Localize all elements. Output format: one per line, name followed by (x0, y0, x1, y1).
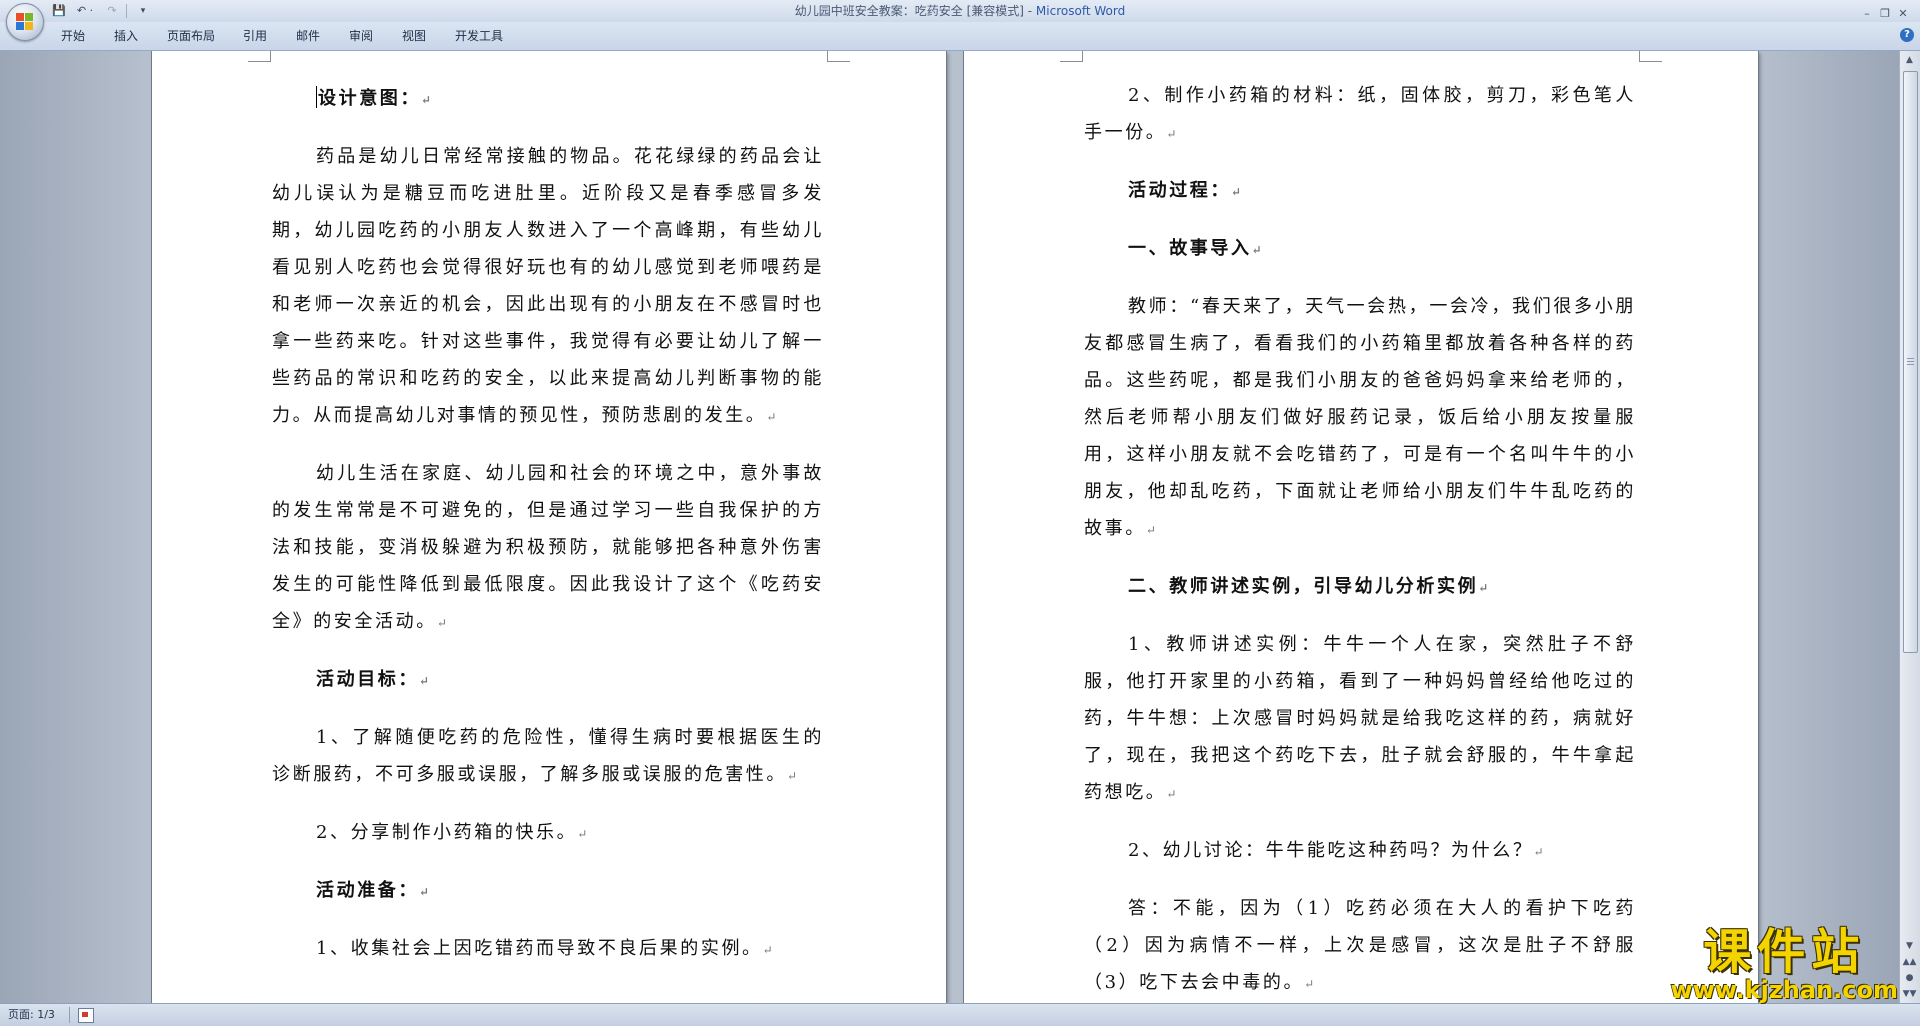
title-bar: 💾 ↶ · ↷ ▾ 幼儿园中班安全教案：吃药安全 [兼容模式] - Micros… (0, 0, 1920, 41)
paragraph-mark-icon: ↵ (1304, 977, 1315, 991)
paragraph-mark-icon: ↵ (787, 769, 798, 783)
body-paragraph[interactable]: 2、制作小药箱的材料：纸，固体胶，剪刀，彩色笔人手一份。↵ (1084, 77, 1636, 153)
paragraph-text: 药品是幼儿日常经常接触的物品。花花绿绿的药品会让幼儿误认为是糖豆而吃进肚里。近阶… (272, 146, 824, 426)
ribbon-tab-bar: 开始 插入 页面布局 引用 邮件 审阅 视图 开发工具 ? (0, 22, 1920, 51)
section-heading[interactable]: 一、故事导入↵ (1084, 230, 1636, 269)
minimize-icon[interactable]: – (1858, 6, 1876, 22)
tab-home[interactable]: 开始 (61, 28, 85, 44)
tab-mailings[interactable]: 邮件 (296, 28, 320, 44)
paragraph-text: 二、教师讲述实例，引导幼儿分析实例 (1128, 576, 1479, 597)
paragraph-text: 活动目标： (316, 669, 419, 690)
paragraph-text: 2、幼儿讨论：牛牛能吃这种药吗？为什么？ (1128, 840, 1534, 861)
paragraph-mark-icon: ↵ (419, 674, 430, 688)
document-title: 幼儿园中班安全教案：吃药安全 [兼容模式] - (794, 4, 1036, 18)
margin-corner-mark (1639, 51, 1662, 62)
margin-corner-mark (1060, 51, 1083, 62)
window-controls: – ❐ ✕ (1858, 2, 1912, 20)
paragraph-mark-icon: ↵ (762, 943, 773, 957)
office-logo-icon (16, 13, 34, 31)
body-paragraph[interactable]: 1、了解随便吃药的危险性，懂得生病时要根据医生的诊断服药，不可多服或误服，了解多… (272, 719, 824, 795)
paragraph-text: 教师：“春天来了，天气一会热，一会冷，我们很多小朋友都感冒生病了，看看我们的小药… (1084, 296, 1636, 539)
paragraph-text: 2、分享制作小药箱的快乐。 (316, 822, 578, 843)
paragraph-text: 1、教师讲述实例：牛牛一个人在家，突然肚子不舒服，他打开家里的小药箱，看到了一种… (1084, 634, 1636, 803)
paragraph-text: 活动准备： (316, 880, 419, 901)
document-page-2[interactable]: 2、制作小药箱的材料：纸，固体胶，剪刀，彩色笔人手一份。↵ 活动过程：↵ 一、故事导… (964, 51, 1758, 1003)
paragraph-text: 答：不能，因为（1）吃药必须在大人的看护下吃药（2）因为病情不一样，上次是感冒，… (1084, 898, 1636, 993)
paragraph-mark-icon: ↵ (1533, 845, 1544, 859)
help-icon[interactable]: ? (1900, 28, 1914, 42)
body-paragraph[interactable]: 答：不能，因为（1）吃药必须在大人的看护下吃药（2）因为病情不一样，上次是感冒，… (1084, 890, 1636, 1003)
paragraph-mark-icon: ↵ (1166, 787, 1177, 801)
watermark-logo: 课件站 www.kjzhan.com (1671, 926, 1898, 1002)
document-page-1[interactable]: 设计意图：↵ 药品是幼儿日常经常接触的物品。花花绿绿的药品会让幼儿误认为是糖豆而吃… (152, 51, 946, 1003)
office-button[interactable] (6, 3, 44, 41)
paragraph-mark-icon: ↵ (1145, 523, 1156, 537)
paragraph-mark-icon: ↵ (436, 616, 447, 630)
margin-corner-mark (248, 51, 271, 62)
close-icon[interactable]: ✕ (1894, 6, 1912, 22)
body-paragraph[interactable]: 教师：“春天来了，天气一会热，一会冷，我们很多小朋友都感冒生病了，看看我们的小药… (1084, 288, 1636, 549)
paragraph-mark-icon: ↵ (766, 410, 777, 424)
paragraph-text: 设计意图： (318, 88, 421, 109)
body-paragraph[interactable]: 1、教师讲述实例：牛牛一个人在家，突然肚子不舒服，他打开家里的小药箱，看到了一种… (1084, 626, 1636, 813)
body-paragraph[interactable]: 2、分享制作小药箱的快乐。↵ (272, 814, 824, 853)
tab-review[interactable]: 审阅 (349, 28, 373, 44)
paragraph-mark-icon: ↵ (1478, 581, 1489, 595)
vertical-scrollbar[interactable]: ▲ ▼ ▲▲ ● ▼▼ (1899, 51, 1920, 1003)
paragraph-mark-icon: ↵ (1251, 243, 1262, 257)
tab-references[interactable]: 引用 (243, 28, 267, 44)
scroll-thumb[interactable] (1903, 71, 1918, 653)
margin-corner-mark (827, 51, 850, 62)
paragraph-mark-icon: ↵ (1231, 185, 1242, 199)
paragraph-text: 一、故事导入 (1128, 238, 1252, 259)
scroll-grip (1907, 361, 1914, 362)
restore-icon[interactable]: ❐ (1876, 6, 1894, 22)
paragraph-mark-icon: ↵ (421, 93, 432, 107)
section-heading[interactable]: 设计意图：↵ (272, 80, 824, 119)
status-bar: 页面: 1/3 (0, 1003, 1920, 1026)
paragraph-mark-icon: ↵ (419, 885, 430, 899)
tab-insert[interactable]: 插入 (114, 28, 138, 44)
tab-developer[interactable]: 开发工具 (455, 28, 503, 44)
window-title: 幼儿园中班安全教案：吃药安全 [兼容模式] - Microsoft Word (0, 4, 1920, 18)
previous-page-icon[interactable]: ▲▲ (1902, 955, 1917, 970)
page-indicator[interactable]: 页面: 1/3 (8, 1008, 55, 1022)
section-heading[interactable]: 活动目标：↵ (272, 661, 824, 700)
browse-object-icon[interactable]: ● (1902, 971, 1917, 986)
page-2-text[interactable]: 2、制作小药箱的材料：纸，固体胶，剪刀，彩色笔人手一份。↵ 活动过程：↵ 一、故事导… (1084, 77, 1636, 1003)
watermark-title: 课件站 (1703, 924, 1866, 980)
body-paragraph[interactable]: 药品是幼儿日常经常接触的物品。花花绿绿的药品会让幼儿误认为是糖豆而吃进肚里。近阶… (272, 138, 824, 436)
text-cursor (316, 86, 317, 108)
tab-page-layout[interactable]: 页面布局 (167, 28, 215, 44)
body-paragraph[interactable]: 幼儿生活在家庭、幼儿园和社会的环境之中，意外事故的发生常常是不可避免的，但是通过… (272, 455, 824, 642)
scroll-grip (1907, 358, 1914, 359)
watermark-url: www.kjzhan.com (1670, 976, 1898, 1004)
paragraph-mark-icon: ↵ (577, 827, 588, 841)
paragraph-text: 幼儿生活在家庭、幼儿园和社会的环境之中，意外事故的发生常常是不可避免的，但是通过… (272, 463, 824, 632)
scroll-down-icon[interactable]: ▼ (1902, 939, 1917, 954)
status-divider (69, 1007, 70, 1023)
macro-record-icon[interactable] (78, 1008, 94, 1023)
scroll-grip (1907, 364, 1914, 365)
page-1-text[interactable]: 设计意图：↵ 药品是幼儿日常经常接触的物品。花花绿绿的药品会让幼儿误认为是糖豆而吃… (272, 80, 824, 969)
scroll-up-icon[interactable]: ▲ (1902, 53, 1917, 68)
paragraph-mark-icon: ↵ (1166, 127, 1177, 141)
paragraph-text: 1、收集社会上因吃错药而导致不良后果的实例。 (316, 938, 763, 959)
next-page-icon[interactable]: ▼▼ (1902, 987, 1917, 1002)
paragraph-text: 活动过程： (1128, 180, 1231, 201)
body-paragraph[interactable]: 1、收集社会上因吃错药而导致不良后果的实例。↵ (272, 930, 824, 969)
section-heading[interactable]: 活动过程：↵ (1084, 172, 1636, 211)
document-workspace: 设计意图：↵ 药品是幼儿日常经常接触的物品。花花绿绿的药品会让幼儿误认为是糖豆而吃… (0, 51, 1900, 1003)
section-heading[interactable]: 二、教师讲述实例，引导幼儿分析实例↵ (1084, 568, 1636, 607)
body-paragraph[interactable]: 2、幼儿讨论：牛牛能吃这种药吗？为什么？↵ (1084, 832, 1636, 871)
app-name: Microsoft Word (1035, 4, 1126, 18)
tab-view[interactable]: 视图 (402, 28, 426, 44)
section-heading[interactable]: 活动准备：↵ (272, 872, 824, 911)
paragraph-text: 1、了解随便吃药的危险性，懂得生病时要根据医生的诊断服药，不可多服或误服，了解多… (272, 727, 824, 785)
